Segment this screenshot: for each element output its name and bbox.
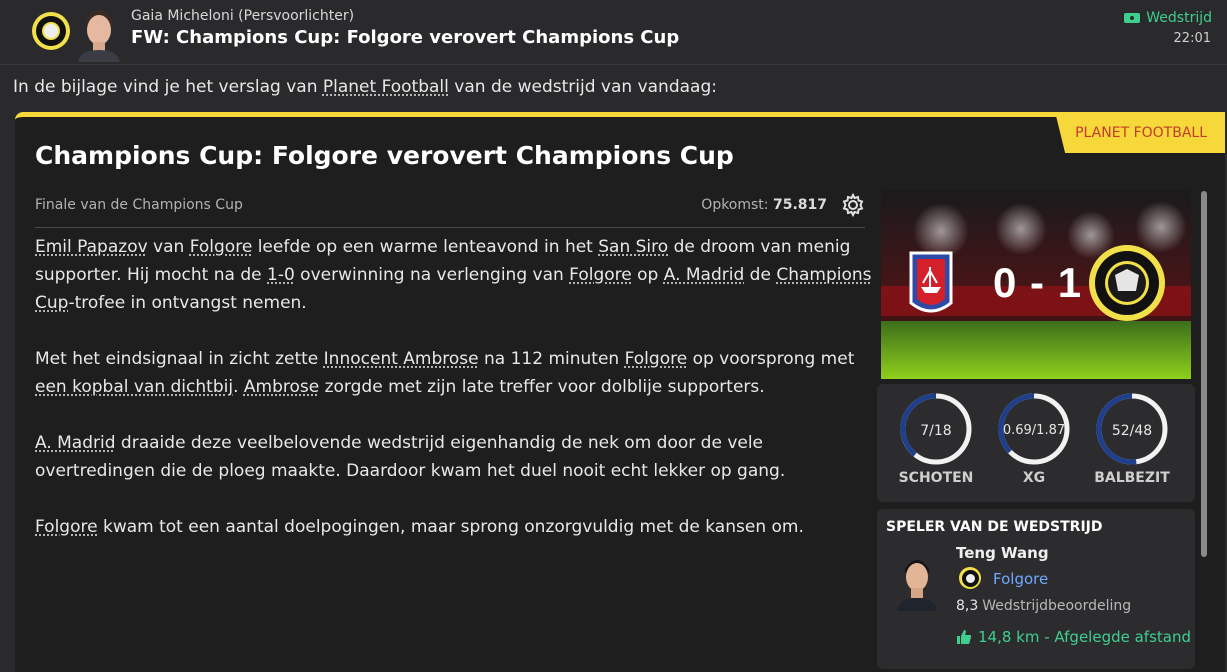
stadium-link[interactable]: San Siro	[598, 237, 668, 257]
club-link[interactable]: Folgore	[625, 349, 688, 369]
player-link[interactable]: Emil Papazov	[35, 237, 148, 257]
message-header: Gaia Micheloni (Persvoorlichter) FW: Cha…	[0, 0, 1227, 65]
attendance-label: Opkomst:	[701, 197, 769, 213]
potm-distance: 14,8 km - Afgelegde afstand	[956, 628, 1191, 646]
stat-possession-label: BALBEZIT	[1094, 470, 1170, 486]
intro-text: In de bijlage vind je het verslag van Pl…	[13, 77, 717, 97]
paragraph-4: Folgore kwam tot een aantal doelpogingen…	[35, 517, 804, 537]
score-separator: -	[1030, 259, 1046, 306]
source-link[interactable]: Planet Football	[323, 77, 449, 97]
potm-rating: 8,3 Wedstrijdbeoordeling	[956, 598, 1131, 614]
intro-before: In de bijlage vind je het verslag van	[13, 77, 323, 97]
club-badge-icon	[959, 567, 981, 589]
home-team-badge	[909, 251, 953, 313]
thumbs-up-icon	[957, 630, 972, 644]
paragraph-1: Emil Papazov van Folgore leefde op een w…	[35, 237, 872, 313]
potm-player-name[interactable]: Teng Wang	[956, 544, 1049, 562]
potm-rating-label: Wedstrijdbeoordeling	[982, 598, 1132, 614]
message-time: 22:01	[1173, 31, 1211, 46]
potm-club-link[interactable]: Folgore	[993, 570, 1048, 588]
stat-xg-label: XG	[1022, 470, 1046, 486]
news-article-card: PLANET FOOTBALL Champions Cup: Folgore v…	[15, 112, 1225, 672]
stat-xg-value: 0.69/1.87	[1002, 423, 1066, 438]
stat-shots-label: SCHOTEN	[898, 470, 974, 486]
player-avatar[interactable]	[895, 549, 939, 611]
article-title: Champions Cup: Folgore verovert Champion…	[35, 141, 734, 170]
scrollbar[interactable]	[1201, 191, 1207, 557]
potm-distance-text: 14,8 km - Afgelegde afstand	[978, 628, 1191, 646]
source-tag: PLANET FOOTBALL	[1055, 112, 1225, 153]
opponent-link[interactable]: A. Madrid	[664, 265, 745, 285]
message-subject: FW: Champions Cup: Folgore verovert Cham…	[131, 27, 680, 48]
stat-shots-value: 7/18	[920, 423, 952, 439]
paragraph-3: A. Madrid draaide deze veelbelovende wed…	[35, 433, 786, 481]
paragraph-2: Met het eindsignaal in zicht zette Innoc…	[35, 349, 855, 397]
ticket-icon	[1124, 13, 1141, 23]
attendance: Opkomst: 75.817	[701, 197, 827, 213]
potm-title: SPELER VAN DE WEDSTRIJD	[886, 519, 1103, 535]
sender-avatar[interactable]	[76, 2, 122, 62]
scorer-link[interactable]: Ambrose	[244, 377, 319, 397]
sender-name[interactable]: Gaia Micheloni (Persvoorlichter)	[131, 8, 354, 24]
intro-after: van de wedstrijd van vandaag:	[448, 77, 717, 97]
away-team-badge	[1089, 245, 1165, 321]
score-link[interactable]: 1-0	[267, 265, 295, 285]
club-link[interactable]: Folgore	[190, 237, 253, 257]
player-of-the-match: SPELER VAN DE WEDSTRIJD Teng Wang Folgor…	[877, 509, 1195, 669]
potm-rating-value: 8,3	[956, 598, 979, 614]
scorer-link[interactable]: Innocent Ambrose	[324, 349, 479, 369]
match-tag-label: Wedstrijd	[1146, 10, 1212, 26]
home-score: 0	[993, 259, 1018, 306]
match-stats: 7/18 0.69/1.87 52/48 SCHOTEN XG BALBEZIT	[877, 384, 1195, 502]
attendance-value: 75.817	[772, 197, 827, 213]
club-link[interactable]: Folgore	[35, 517, 98, 537]
article-meta: Finale van de Champions Cup Opkomst: 75.…	[35, 193, 865, 228]
club-link[interactable]: Folgore	[569, 265, 632, 285]
goal-link[interactable]: een kopbal van dichtbij	[35, 377, 233, 397]
competition-label: Finale van de Champions Cup	[35, 197, 243, 213]
opponent-link[interactable]: A. Madrid	[35, 433, 116, 453]
gear-icon[interactable]	[841, 193, 865, 217]
article-body: Emil Papazov van Folgore leefde op een w…	[35, 233, 875, 569]
stat-possession-value: 52/48	[1111, 423, 1153, 439]
match-tag[interactable]: Wedstrijd	[1124, 10, 1212, 26]
score-display: 0 - 1	[993, 259, 1082, 307]
away-score: 1	[1057, 259, 1083, 306]
club-badge-icon[interactable]	[32, 12, 70, 50]
